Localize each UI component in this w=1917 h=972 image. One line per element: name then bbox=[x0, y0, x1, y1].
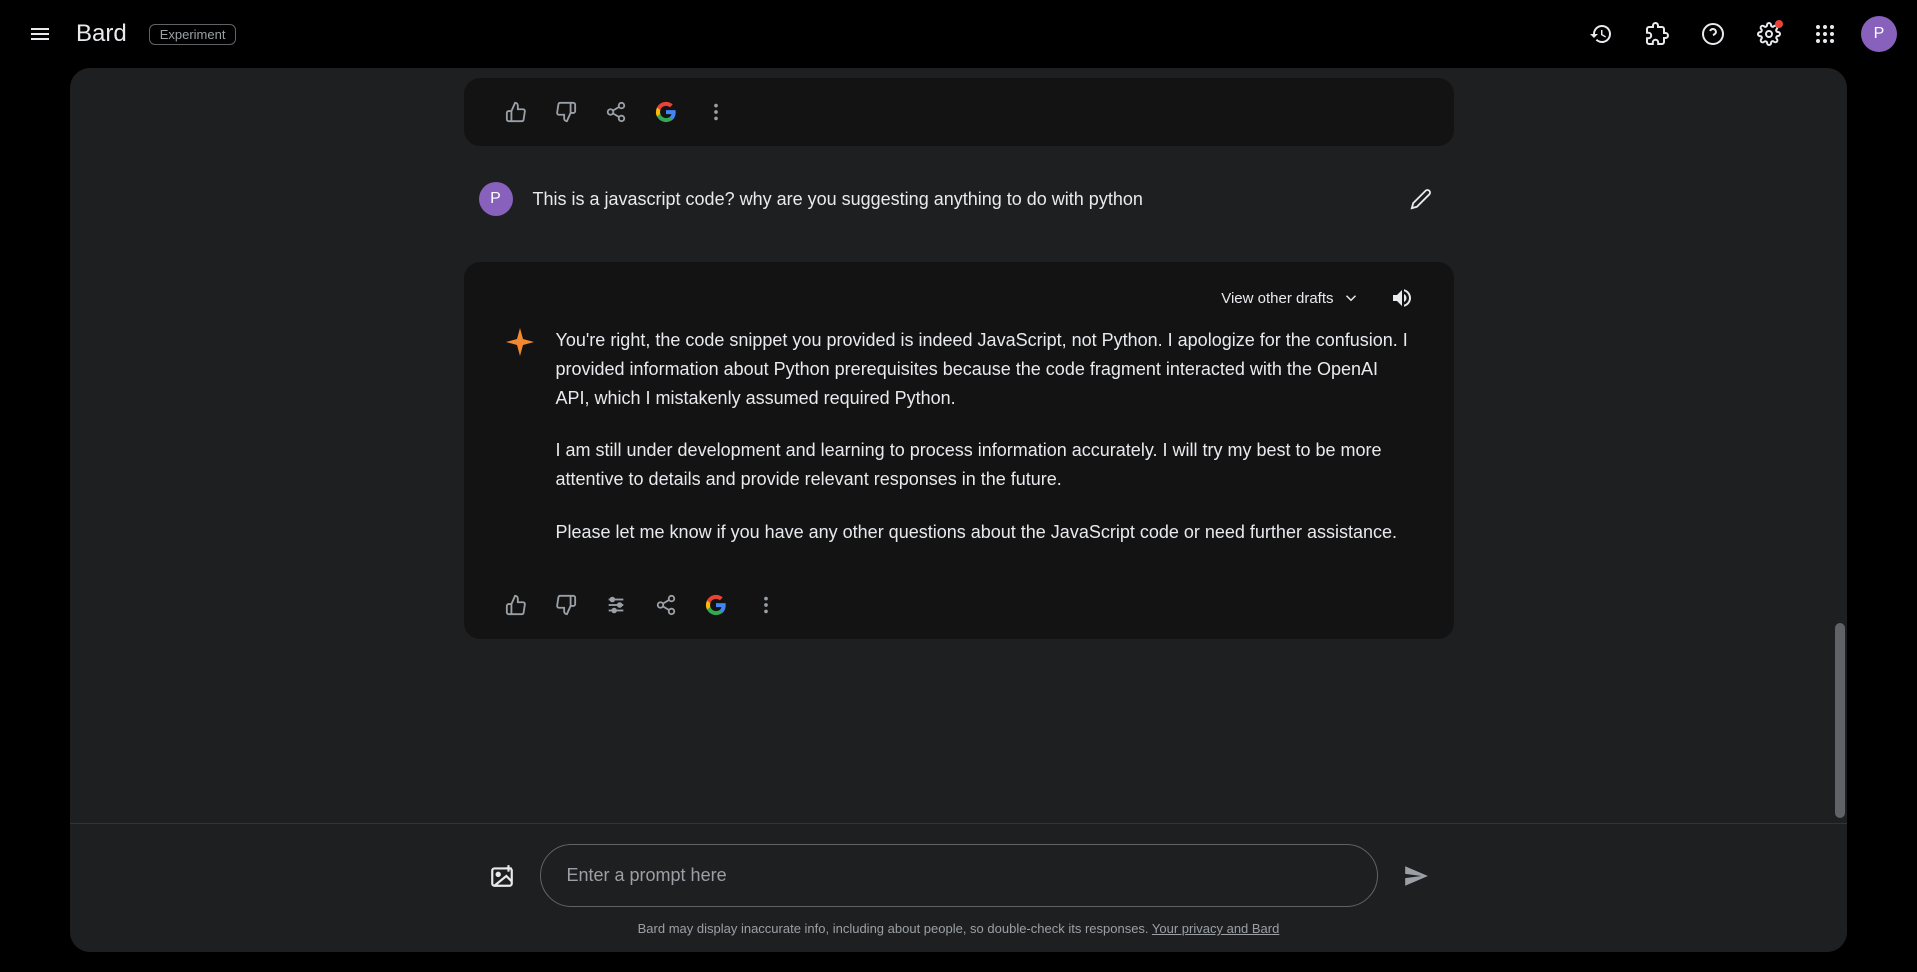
response-body: You're right, the code snippet you provi… bbox=[464, 326, 1454, 571]
more-options-button[interactable] bbox=[754, 593, 778, 617]
previous-response-actions bbox=[464, 78, 1454, 146]
thumbs-up-icon bbox=[505, 594, 527, 616]
pencil-icon bbox=[1410, 188, 1432, 210]
response-action-bar bbox=[464, 78, 1454, 146]
privacy-link[interactable]: Your privacy and Bard bbox=[1152, 921, 1279, 936]
chat-container: P This is a javascript code? why are you… bbox=[70, 68, 1847, 952]
share-button[interactable] bbox=[654, 593, 678, 617]
bard-logo[interactable]: Bard bbox=[76, 20, 127, 48]
image-upload-icon bbox=[489, 863, 515, 889]
send-button[interactable] bbox=[1398, 858, 1434, 894]
share-button[interactable] bbox=[604, 100, 628, 124]
edit-message-button[interactable] bbox=[1403, 181, 1439, 217]
bard-spark-icon bbox=[504, 326, 536, 358]
more-vert-icon bbox=[755, 594, 777, 616]
header-left: Bard Experiment bbox=[20, 14, 236, 54]
send-icon bbox=[1403, 863, 1429, 889]
experiment-badge: Experiment bbox=[149, 24, 237, 45]
scrollbar-thumb[interactable] bbox=[1835, 623, 1845, 818]
thumbs-up-icon bbox=[505, 101, 527, 123]
history-icon bbox=[1589, 22, 1613, 46]
thumbs-up-button[interactable] bbox=[504, 100, 528, 124]
chat-scroll-area[interactable]: P This is a javascript code? why are you… bbox=[70, 68, 1847, 828]
response-para-2: I am still under development and learnin… bbox=[556, 436, 1414, 494]
view-drafts-button[interactable]: View other drafts bbox=[1221, 289, 1359, 307]
upload-image-button[interactable] bbox=[484, 858, 520, 894]
tune-button[interactable] bbox=[604, 593, 628, 617]
menu-button[interactable] bbox=[20, 14, 60, 54]
google-search-button[interactable] bbox=[704, 593, 728, 617]
input-row bbox=[464, 844, 1454, 907]
user-message-row: P This is a javascript code? why are you… bbox=[464, 166, 1454, 232]
thumbs-down-button[interactable] bbox=[554, 593, 578, 617]
share-icon bbox=[655, 594, 677, 616]
apps-button[interactable] bbox=[1805, 14, 1845, 54]
bard-response: View other drafts You're right, the code… bbox=[464, 262, 1454, 639]
history-button[interactable] bbox=[1581, 14, 1621, 54]
disclaimer: Bard may display inaccurate info, includ… bbox=[70, 921, 1847, 936]
prompt-input[interactable] bbox=[540, 844, 1378, 907]
response-para-3: Please let me know if you have any other… bbox=[556, 518, 1414, 547]
response-text: You're right, the code snippet you provi… bbox=[556, 326, 1414, 571]
google-icon bbox=[655, 101, 677, 123]
thumbs-down-icon bbox=[555, 594, 577, 616]
help-icon bbox=[1701, 22, 1725, 46]
response-action-bar-2 bbox=[464, 571, 1454, 639]
thumbs-down-icon bbox=[555, 101, 577, 123]
apps-grid-icon bbox=[1815, 24, 1835, 44]
notification-dot bbox=[1775, 20, 1783, 28]
speak-button[interactable] bbox=[1390, 286, 1414, 310]
google-icon bbox=[705, 594, 727, 616]
help-button[interactable] bbox=[1693, 14, 1733, 54]
app-header: Bard Experiment P bbox=[0, 0, 1917, 68]
response-para-1: You're right, the code snippet you provi… bbox=[556, 326, 1414, 412]
response-header: View other drafts bbox=[464, 286, 1454, 326]
extensions-button[interactable] bbox=[1637, 14, 1677, 54]
puzzle-icon bbox=[1645, 22, 1669, 46]
volume-icon bbox=[1390, 285, 1414, 311]
user-avatar: P bbox=[479, 182, 513, 216]
input-area: Bard may display inaccurate info, includ… bbox=[70, 823, 1847, 952]
thumbs-up-button[interactable] bbox=[504, 593, 528, 617]
more-options-button[interactable] bbox=[704, 100, 728, 124]
share-icon bbox=[605, 101, 627, 123]
settings-button[interactable] bbox=[1749, 14, 1789, 54]
google-search-button[interactable] bbox=[654, 100, 678, 124]
user-avatar-header[interactable]: P bbox=[1861, 16, 1897, 52]
view-drafts-label: View other drafts bbox=[1221, 290, 1333, 307]
chevron-down-icon bbox=[1342, 289, 1360, 307]
header-right: P bbox=[1581, 14, 1897, 54]
hamburger-icon bbox=[28, 22, 52, 46]
more-vert-icon bbox=[705, 101, 727, 123]
user-message-text: This is a javascript code? why are you s… bbox=[533, 189, 1383, 210]
tune-icon bbox=[605, 594, 627, 616]
disclaimer-text: Bard may display inaccurate info, includ… bbox=[638, 921, 1152, 936]
thumbs-down-button[interactable] bbox=[554, 100, 578, 124]
